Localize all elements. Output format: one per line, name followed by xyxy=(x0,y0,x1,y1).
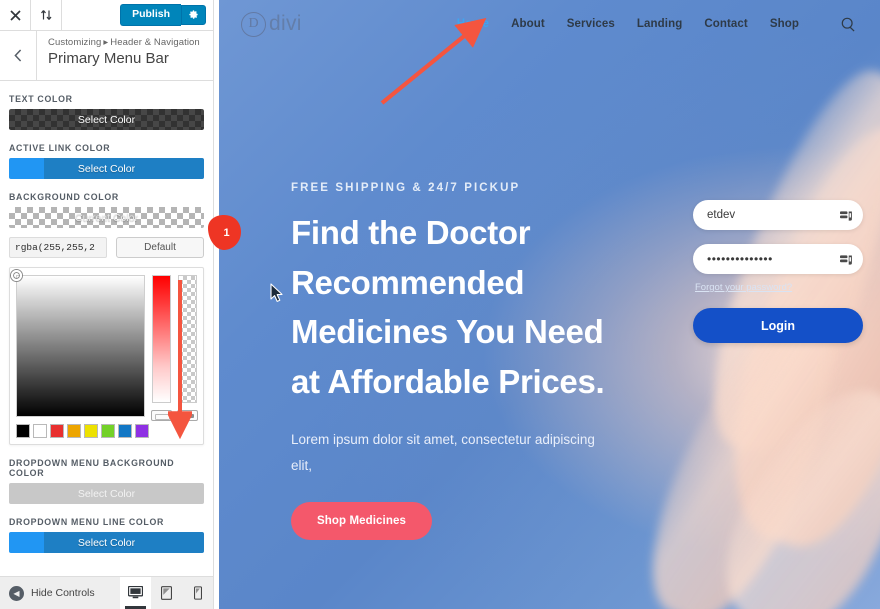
hero-headline-line: Medicines You Need xyxy=(291,313,604,350)
hero-headline: Find the Doctor Recommended Medicines Yo… xyxy=(291,208,619,406)
hero-headline-line: Find the Doctor xyxy=(291,214,531,251)
customizer-sidebar: Publish Customizing ▸ Header & Navigation … xyxy=(0,0,214,609)
hue-slider-knob[interactable] xyxy=(151,410,172,421)
alpha-slider-track[interactable] xyxy=(178,275,197,403)
username-value: etdev xyxy=(707,209,736,221)
tablet-view-button[interactable] xyxy=(151,577,182,609)
nav-item-landing[interactable]: Landing xyxy=(637,18,682,30)
control-label-dropdown-bg-color: DROPDOWN MENU BACKGROUND COLOR xyxy=(9,458,175,478)
control-label-text-color: TEXT COLOR xyxy=(9,94,73,104)
color-picker-panel[interactable] xyxy=(9,267,204,445)
logo-text: divi xyxy=(269,12,302,35)
search-icon[interactable] xyxy=(841,17,856,32)
dropdown-bg-color-select-button[interactable]: Select Color xyxy=(9,483,204,504)
dropdown-line-color-select-button[interactable]: Select Color xyxy=(9,532,204,553)
login-form: etdev •••••••••••••• Forgot your passwor… xyxy=(693,200,863,343)
logo-mark-icon: D xyxy=(241,11,266,37)
site-preview: D divi Home About Services Landing Conta… xyxy=(219,0,880,609)
site-header: D divi Home About Services Landing Conta… xyxy=(219,0,880,48)
control-list: TEXT COLOR Select Color ACTIVE LINK COLO… xyxy=(0,81,213,575)
hue-slider-track[interactable] xyxy=(152,275,171,403)
customizer-footer: ◀ Hide Controls xyxy=(0,576,213,609)
breadcrumb-root[interactable]: Customizing xyxy=(48,37,101,48)
username-field[interactable]: etdev xyxy=(693,200,863,230)
color-value-input[interactable]: rgba(255,255,2 xyxy=(9,237,107,258)
breadcrumb-section: Header & Navigation xyxy=(110,37,200,48)
control-label-dropdown-line-color: DROPDOWN MENU LINE COLOR xyxy=(9,517,165,527)
customizer-toolbar: Publish xyxy=(0,0,213,31)
control-label-active-link-color: ACTIVE LINK COLOR xyxy=(9,143,111,153)
color-picker-top xyxy=(11,270,198,421)
alpha-slider-knob[interactable] xyxy=(177,410,198,421)
active-link-color-select-button[interactable]: Select Color xyxy=(9,158,204,179)
alpha-slider[interactable] xyxy=(177,275,198,421)
site-logo[interactable]: D divi xyxy=(241,11,302,37)
text-color-select-button[interactable]: Select Color xyxy=(9,109,204,130)
publish-button[interactable]: Publish xyxy=(120,3,181,27)
desktop-view-button[interactable] xyxy=(120,576,151,609)
swatch-white[interactable] xyxy=(33,424,47,438)
key-icon xyxy=(840,253,853,265)
close-icon[interactable] xyxy=(0,0,31,30)
saturation-value-area[interactable] xyxy=(11,270,145,417)
mobile-view-button[interactable] xyxy=(182,577,213,609)
panel-titles: Customizing ▸ Header & Navigation Primary … xyxy=(37,31,200,80)
dropdown-bg-color-button-label: Select Color xyxy=(77,487,136,500)
hero-headline-line: Recommended xyxy=(291,263,525,301)
collapse-arrows-icon[interactable] xyxy=(31,0,62,30)
hero-eyebrow: FREE SHIPPING & 24/7 PICKUP xyxy=(291,182,521,194)
hide-controls-label: Hide Controls xyxy=(31,587,95,599)
primary-menu-bar: Home About Services Landing Contact Shop xyxy=(457,17,856,32)
chevron-left-icon[interactable] xyxy=(0,31,37,80)
swatch-yellow[interactable] xyxy=(84,424,98,438)
device-preview-group xyxy=(120,576,213,609)
color-value-row: rgba(255,255,2 Default xyxy=(9,237,204,258)
swatch-green[interactable] xyxy=(101,424,115,438)
saturation-value-handle[interactable] xyxy=(11,270,22,281)
nav-item-contact[interactable]: Contact xyxy=(704,18,748,30)
page-title: Primary Menu Bar xyxy=(48,50,169,67)
hide-controls-button[interactable]: ◀ Hide Controls xyxy=(0,585,95,601)
breadcrumb-separator: ▸ xyxy=(103,37,109,48)
swatch-orange[interactable] xyxy=(67,424,81,438)
forgot-password-link[interactable]: Forgot your password? xyxy=(695,282,863,293)
nav-item-services[interactable]: Services xyxy=(567,18,615,30)
active-link-color-button-label: Select Color xyxy=(77,162,136,175)
nav-item-shop[interactable]: Shop xyxy=(770,18,799,30)
dropdown-line-color-button-label: Select Color xyxy=(77,536,136,549)
panel-header: Customizing ▸ Header & Navigation Primary … xyxy=(0,31,213,81)
text-color-button-label: Select Color xyxy=(77,113,136,126)
swatch-black[interactable] xyxy=(16,424,30,438)
gear-icon[interactable] xyxy=(181,5,206,25)
breadcrumb[interactable]: Customizing ▸ Header & Navigation xyxy=(48,37,200,48)
swatch-purple[interactable] xyxy=(135,424,149,438)
swatch-red[interactable] xyxy=(50,424,64,438)
nav-item-home[interactable]: Home xyxy=(457,18,489,30)
chevron-left-circle-icon: ◀ xyxy=(9,585,24,601)
hue-slider[interactable] xyxy=(151,275,172,421)
login-button[interactable]: Login xyxy=(693,308,863,343)
hero-paragraph: Lorem ipsum dolor sit amet, consectetur … xyxy=(291,432,595,474)
customizer-screen: Publish Customizing ▸ Header & Navigation … xyxy=(0,0,880,609)
publish-group: Publish xyxy=(120,0,213,30)
default-button[interactable]: Default xyxy=(116,237,204,258)
password-value: •••••••••••••• xyxy=(707,252,773,266)
nav-item-about[interactable]: About xyxy=(511,18,545,30)
control-label-background-color: BACKGROUND COLOR xyxy=(9,192,119,202)
swatch-blue[interactable] xyxy=(118,424,132,438)
hero-headline-line: at Affordable Prices. xyxy=(291,362,605,400)
password-field[interactable]: •••••••••••••• xyxy=(693,244,863,274)
hero-section: FREE SHIPPING & 24/7 PICKUP Find the Doc… xyxy=(219,48,619,540)
background-color-current-button[interactable]: Current Color xyxy=(9,207,204,228)
key-icon xyxy=(840,209,853,221)
shop-medicines-button[interactable]: Shop Medicines xyxy=(291,501,432,540)
background-color-button-label: Current Color xyxy=(74,211,139,224)
preset-swatches xyxy=(16,424,197,438)
